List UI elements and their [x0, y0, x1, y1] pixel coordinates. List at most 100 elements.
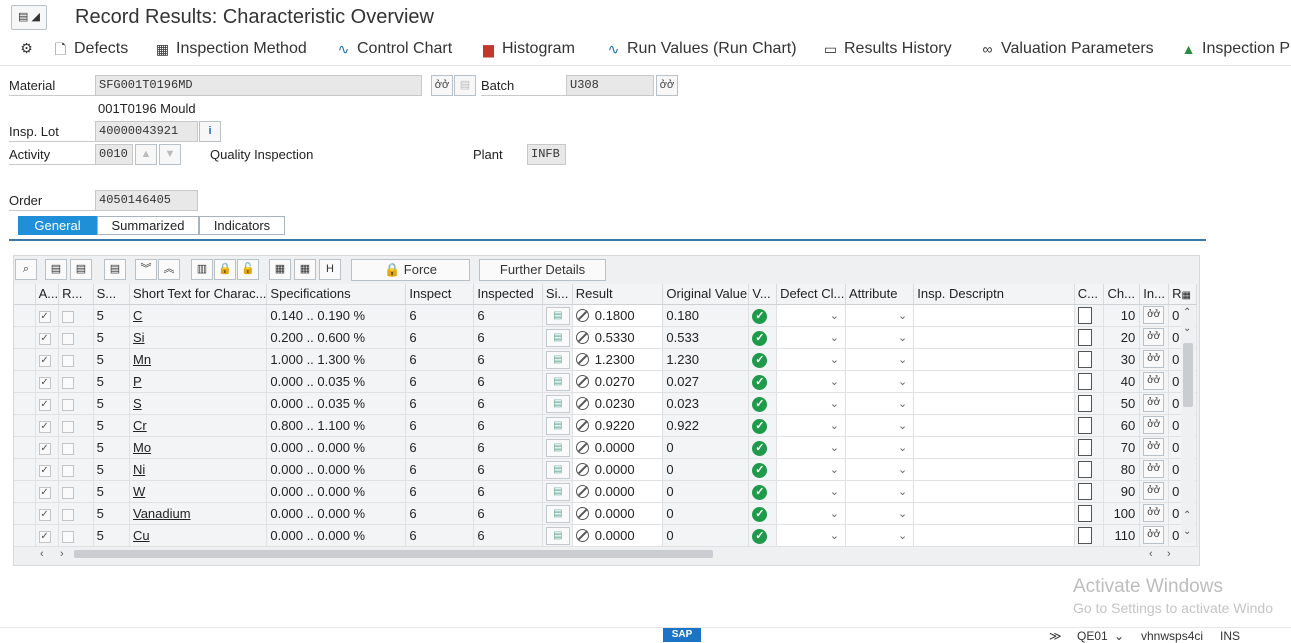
r-checkbox[interactable]: · — [58, 348, 94, 371]
tab-general[interactable]: General — [18, 216, 97, 235]
plant-field[interactable]: INFB — [527, 144, 566, 165]
r-checkbox[interactable]: · — [58, 524, 94, 547]
info-icon[interactable]: i — [199, 121, 221, 142]
layout-select-icon[interactable]: ▦ — [294, 259, 316, 280]
comment-button[interactable] — [1074, 502, 1105, 525]
row-selector[interactable] — [14, 392, 36, 415]
attribute-dropdown[interactable]: ⌄ — [845, 304, 915, 327]
result-cell[interactable]: 0.5330 — [572, 326, 664, 349]
result-cell[interactable]: 0.1800 — [572, 304, 664, 327]
scroll-right-icon[interactable]: › — [1167, 548, 1171, 560]
attribute-dropdown[interactable]: ⌄ — [845, 392, 915, 415]
attribute-dropdown[interactable]: ⌄ — [845, 524, 915, 547]
r-checkbox[interactable]: · — [58, 304, 94, 327]
display-material-button[interactable]: ởở — [431, 75, 453, 96]
insp-description-field[interactable] — [913, 326, 1075, 349]
col-r2[interactable]: R▦ — [1168, 284, 1197, 305]
col-row-selector[interactable] — [14, 284, 36, 305]
defect-class-dropdown[interactable]: ⌄ — [776, 304, 847, 327]
col-defect-class[interactable]: Defect Cl... — [776, 284, 847, 305]
valuate-icon[interactable]: ▥ — [191, 259, 213, 280]
insp-description-field[interactable] — [913, 348, 1075, 371]
result-cell[interactable]: 0.9220 — [572, 414, 664, 437]
r-checkbox[interactable]: · — [58, 414, 94, 437]
inspection-button[interactable]: ởở — [1139, 458, 1170, 481]
scroll-down-icon[interactable]: ⌄ — [1183, 526, 1191, 537]
attribute-dropdown[interactable]: ⌄ — [845, 502, 915, 525]
settings-button[interactable]: ⚙ — [18, 40, 35, 57]
row-selector[interactable] — [14, 480, 36, 503]
inspection-method-button[interactable]: ▦ Inspection Method — [154, 40, 307, 58]
defect-class-dropdown[interactable]: ⌄ — [776, 326, 847, 349]
details-icon[interactable]: ⌕ — [15, 259, 37, 280]
defect-class-dropdown[interactable]: ⌄ — [776, 414, 847, 437]
comment-button[interactable] — [1074, 480, 1105, 503]
col-original-value[interactable]: Original Value — [662, 284, 750, 305]
defect-class-dropdown[interactable]: ⌄ — [776, 524, 847, 547]
single-results-button[interactable]: ▤ — [542, 458, 573, 481]
scroll-left-icon[interactable]: ‹ — [40, 548, 44, 560]
col-inspected[interactable]: Inspected — [473, 284, 543, 305]
single-results-button[interactable]: ▤ — [542, 304, 573, 327]
vertical-scrollbar[interactable] — [1181, 305, 1195, 543]
display-batch-button[interactable]: ởở — [656, 75, 678, 96]
col-a[interactable]: A... — [35, 284, 60, 305]
inspection-button[interactable]: ởở — [1139, 326, 1170, 349]
row-selector[interactable] — [14, 348, 36, 371]
accept-checkbox[interactable]: ✓ — [35, 524, 60, 547]
activity-field[interactable]: 0010 — [95, 144, 133, 165]
col-r[interactable]: R... — [58, 284, 94, 305]
row-selector[interactable] — [14, 524, 36, 547]
short-text-link[interactable]: Cu — [129, 524, 268, 547]
comment-button[interactable] — [1074, 304, 1105, 327]
row-selector[interactable] — [14, 304, 36, 327]
scroll-up-icon[interactable]: ⌃ — [1183, 307, 1191, 318]
row-selector[interactable] — [14, 414, 36, 437]
result-cell[interactable]: 0.0000 — [572, 524, 664, 547]
comment-button[interactable] — [1074, 414, 1105, 437]
attribute-dropdown[interactable]: ⌄ — [845, 480, 915, 503]
col-in[interactable]: In... — [1139, 284, 1170, 305]
column-settings-icon[interactable]: ▦ — [1182, 290, 1191, 301]
activity-up-icon[interactable]: ▲ — [135, 144, 157, 165]
table-row[interactable]: ✓·5W0.000 .. 0.000 %66▤0.00000✓⌄⌄90ởở0 — [14, 480, 1197, 503]
defect-class-dropdown[interactable]: ⌄ — [776, 436, 847, 459]
defect-class-dropdown[interactable]: ⌄ — [776, 370, 847, 393]
defect-class-dropdown[interactable]: ⌄ — [776, 458, 847, 481]
col-short-text[interactable]: Short Text for Charac... — [129, 284, 268, 305]
defect-class-dropdown[interactable]: ⌄ — [776, 348, 847, 371]
sort-ascending-icon[interactable]: ▤ — [45, 259, 67, 280]
force-button[interactable]: 🔒 Force — [351, 259, 470, 281]
accept-checkbox[interactable]: ✓ — [35, 436, 60, 459]
accept-checkbox[interactable]: ✓ — [35, 502, 60, 525]
comment-button[interactable] — [1074, 348, 1105, 371]
inspection-button[interactable]: ởở — [1139, 370, 1170, 393]
attribute-dropdown[interactable]: ⌄ — [845, 348, 915, 371]
col-c[interactable]: C... — [1074, 284, 1105, 305]
insp-description-field[interactable] — [913, 370, 1075, 393]
vertical-scroll-thumb[interactable] — [1183, 343, 1193, 407]
accept-checkbox[interactable]: ✓ — [35, 392, 60, 415]
tab-summarized[interactable]: Summarized — [97, 216, 199, 235]
menu-icon[interactable]: ▤ ◢ — [11, 5, 47, 30]
table-row[interactable]: ✓·5Vanadium0.000 .. 0.000 %66▤0.00000✓⌄⌄… — [14, 502, 1197, 525]
attribute-dropdown[interactable]: ⌄ — [845, 414, 915, 437]
table-row[interactable]: ✓·5S0.000 .. 0.035 %66▤0.02300.023✓⌄⌄50ở… — [14, 392, 1197, 415]
inspection-button[interactable]: ởở — [1139, 348, 1170, 371]
accept-checkbox[interactable]: ✓ — [35, 458, 60, 481]
system-dropdown-icon[interactable]: ⌄ — [1114, 629, 1124, 643]
insp-lot-field[interactable]: 40000043921 — [95, 121, 198, 142]
table-row[interactable]: ✓·5C0.140 .. 0.190 %66▤0.18000.180✓⌄⌄10ở… — [14, 304, 1197, 327]
run-chart-button[interactable]: ∿ Run Values (Run Chart) — [605, 40, 797, 58]
accept-checkbox[interactable]: ✓ — [35, 348, 60, 371]
attribute-dropdown[interactable]: ⌄ — [845, 326, 915, 349]
order-field[interactable]: 4050146405 — [95, 190, 198, 211]
col-inspect[interactable]: Inspect — [405, 284, 475, 305]
r-checkbox[interactable]: · — [58, 370, 94, 393]
col-specifications[interactable]: Specifications — [266, 284, 407, 305]
result-cell[interactable]: 1.2300 — [572, 348, 664, 371]
results-history-button[interactable]: ▭ Results History — [822, 40, 952, 58]
row-selector[interactable] — [14, 370, 36, 393]
row-selector[interactable] — [14, 502, 36, 525]
scroll-right-icon[interactable]: › — [60, 548, 64, 560]
